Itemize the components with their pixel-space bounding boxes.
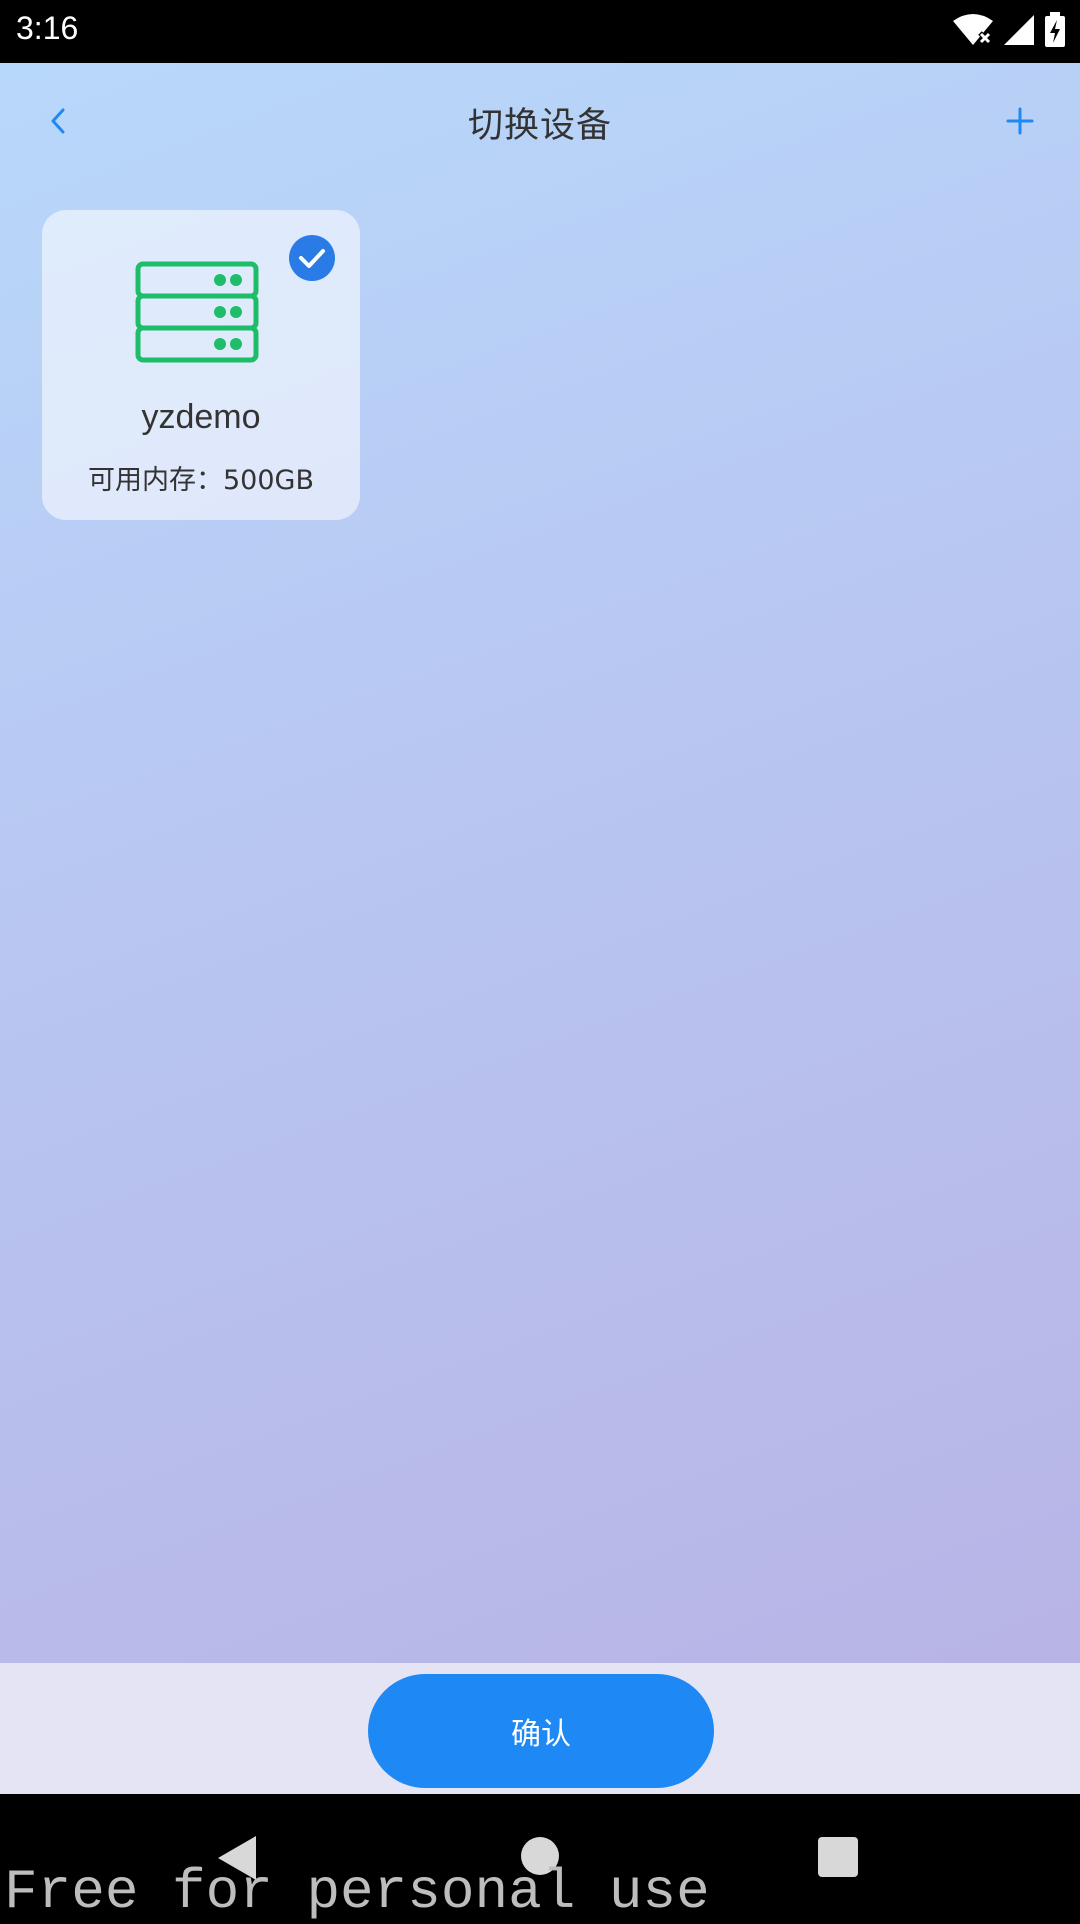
app-content: 切换设备 yzdemo 可用内存：500GB xyxy=(0,63,1080,1663)
wifi-off-icon xyxy=(952,13,994,51)
add-device-button[interactable] xyxy=(1000,101,1040,141)
cellular-signal-icon xyxy=(1002,13,1036,51)
status-time: 3:16 xyxy=(16,10,79,46)
watermark: Free for personal use xyxy=(4,1860,710,1924)
confirm-button[interactable]: 确认 xyxy=(368,1674,714,1788)
nav-recents-icon[interactable] xyxy=(818,1837,858,1877)
footer: 确认 xyxy=(0,1663,1080,1794)
server-icon xyxy=(134,260,260,366)
check-icon xyxy=(289,235,335,281)
page-title: 切换设备 xyxy=(467,106,612,146)
battery-charging-icon xyxy=(1044,12,1066,52)
status-bar: 3:16 xyxy=(0,0,1080,63)
plus-icon xyxy=(1006,107,1034,135)
device-card[interactable]: yzdemo 可用内存：500GB xyxy=(42,210,360,520)
device-storage: 可用内存：500GB xyxy=(88,465,314,496)
header: 切换设备 xyxy=(0,63,1080,179)
status-icons xyxy=(952,12,1066,52)
device-name: yzdemo xyxy=(141,398,261,436)
